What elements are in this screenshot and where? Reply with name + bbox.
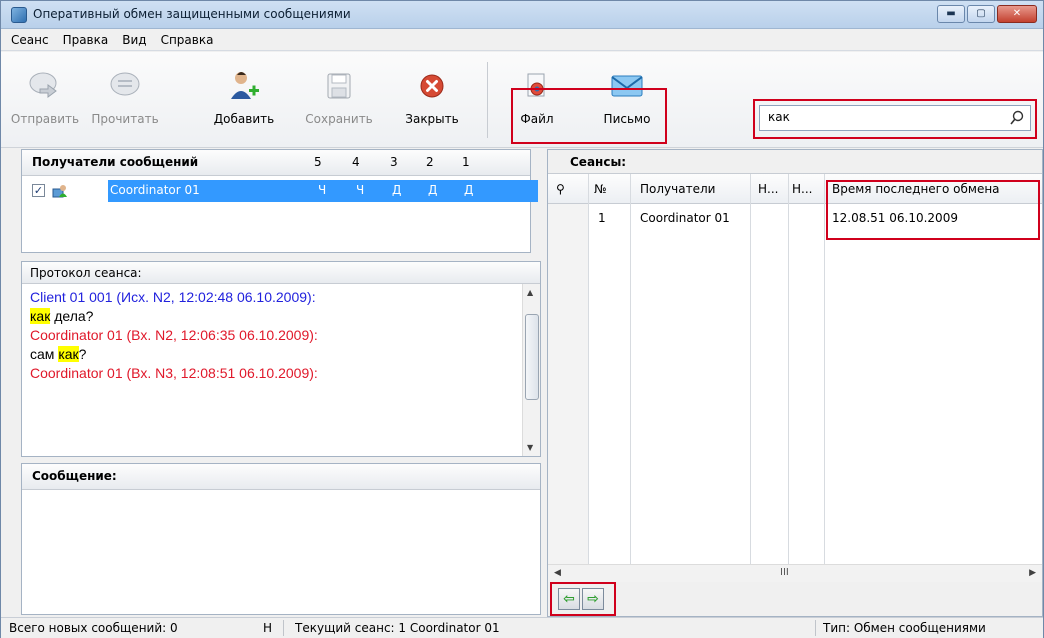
search-highlight: как	[58, 346, 79, 362]
scroll-left-icon[interactable]: ◀	[554, 568, 561, 578]
app-icon	[11, 7, 27, 23]
annotation-box-toolbar	[511, 88, 667, 144]
recipients-col-3[interactable]: 3	[390, 155, 398, 169]
add-label: Добавить	[213, 112, 275, 126]
sessions-col-n2[interactable]: Н...	[792, 182, 812, 196]
search-value: как	[768, 110, 790, 124]
sessions-title: Сеансы:	[548, 150, 1042, 174]
close-window-button[interactable]: ✕	[997, 5, 1037, 23]
status-new-messages: Всего новых сообщений: 0	[9, 621, 178, 635]
recipient-cell-5: Ч	[318, 183, 327, 197]
recipient-cell-2: Д	[428, 183, 438, 197]
recipients-col-5[interactable]: 5	[314, 155, 322, 169]
recipients-header: Получатели сообщений 5 4 3 2 1	[22, 150, 530, 176]
recipients-col-1[interactable]: 1	[462, 155, 470, 169]
protocol-line-outgoing: Client 01 001 (Исх. N2, 12:02:48 06.10.2…	[30, 289, 316, 305]
save-icon	[319, 66, 359, 106]
search-highlight: как	[30, 308, 51, 324]
protocol-line-incoming: Coordinator 01 (Вх. N3, 12:08:51 06.10.2…	[30, 365, 318, 381]
add-user-icon	[224, 66, 264, 106]
save-label: Сохранить	[305, 112, 373, 126]
menu-bar: Сеанс Правка Вид Справка	[1, 29, 1043, 51]
sessions-col-flag[interactable]: ⚲	[556, 182, 565, 196]
sessions-panel: Сеансы: ⚲ № Получатели Н... Н... Время п…	[547, 149, 1043, 617]
recipients-col-4[interactable]: 4	[352, 155, 360, 169]
message-text: ?	[78, 346, 87, 362]
scroll-down-icon[interactable]: ▼	[527, 443, 533, 452]
recipients-panel: Получатели сообщений 5 4 3 2 1 ✓ Coordin…	[21, 149, 538, 253]
session-protocol-panel: Протокол сеанса: Client 01 001 (Исх. N2,…	[21, 261, 541, 457]
sessions-col-n1[interactable]: Н...	[758, 182, 778, 196]
annotation-box-last-exchange	[826, 180, 1040, 240]
read-label: Прочитать	[91, 112, 159, 126]
recipient-cell-3: Д	[392, 183, 402, 197]
message-panel[interactable]: Сообщение:	[21, 463, 541, 615]
protocol-scrollbar[interactable]: ▲ ▼	[522, 284, 540, 456]
scroll-grip[interactable]: III	[780, 567, 789, 578]
title-bar: Оперативный обмен защищенными сообщениям…	[1, 1, 1043, 29]
column-divider	[788, 174, 789, 574]
search-icon[interactable]	[1010, 110, 1024, 126]
sessions-gutter	[548, 204, 588, 576]
read-icon	[105, 66, 145, 106]
status-divider	[283, 620, 284, 636]
add-button[interactable]: Добавить	[209, 54, 279, 142]
app-window: Оперативный обмен защищенными сообщениям…	[0, 0, 1044, 638]
sessions-col-recipients[interactable]: Получатели	[640, 182, 715, 196]
minimize-button[interactable]: ▬	[937, 5, 965, 23]
close-button[interactable]: Закрыть	[399, 54, 465, 142]
search-input[interactable]: как	[759, 105, 1031, 131]
protocol-line-message: сам как?	[30, 345, 510, 364]
close-icon	[412, 66, 452, 106]
send-icon	[25, 66, 65, 106]
menu-edit[interactable]: Правка	[63, 33, 109, 47]
sessions-hscrollbar[interactable]: ◀ III ▶	[548, 564, 1042, 582]
close-label: Закрыть	[405, 112, 459, 126]
message-text: дела?	[50, 308, 94, 324]
protocol-log[interactable]: Client 01 001 (Исх. N2, 12:02:48 06.10.2…	[30, 288, 510, 383]
window-title: Оперативный обмен защищенными сообщениям…	[33, 7, 351, 21]
window-controls: ▬ ▢ ✕	[937, 5, 1037, 23]
scroll-right-icon[interactable]: ▶	[1029, 568, 1036, 578]
recipients-col-2[interactable]: 2	[426, 155, 434, 169]
column-divider	[750, 174, 751, 574]
recipient-name: Coordinator 01	[110, 183, 200, 197]
read-button[interactable]: Прочитать	[87, 54, 163, 142]
send-button[interactable]: Отправить	[7, 54, 83, 142]
status-bar: Всего новых сообщений: 0 Н Текущий сеанс…	[1, 617, 1043, 638]
contact-icon	[52, 183, 68, 199]
column-divider	[824, 174, 825, 574]
recipient-checkbox[interactable]: ✓	[32, 184, 45, 197]
protocol-title: Протокол сеанса:	[22, 262, 540, 284]
column-divider	[588, 174, 589, 574]
protocol-line-message: как дела?	[30, 307, 510, 326]
recipients-title: Получатели сообщений	[32, 155, 199, 169]
status-divider	[815, 620, 816, 636]
sessions-nav: ⇦ ⇨	[548, 582, 1042, 616]
toolbar-separator	[487, 62, 488, 138]
status-truncated: Н	[263, 621, 273, 635]
recipient-cell-4: Ч	[356, 183, 365, 197]
annotation-box-nav	[550, 582, 616, 616]
menu-view[interactable]: Вид	[122, 33, 146, 47]
protocol-line-incoming: Coordinator 01 (Вх. N2, 12:06:35 06.10.2…	[30, 327, 318, 343]
message-title: Сообщение:	[22, 464, 540, 490]
save-button[interactable]: Сохранить	[301, 54, 377, 142]
column-divider	[630, 174, 631, 574]
scroll-up-icon[interactable]: ▲	[527, 288, 533, 297]
menu-session[interactable]: Сеанс	[11, 33, 49, 47]
scroll-thumb[interactable]	[525, 314, 539, 400]
message-text: сам	[30, 346, 59, 362]
maximize-button[interactable]: ▢	[967, 5, 995, 23]
recipient-row[interactable]: ✓ Coordinator 01 Ч Ч Д Д Д	[24, 180, 538, 202]
sessions-col-number[interactable]: №	[594, 182, 606, 196]
menu-help[interactable]: Справка	[161, 33, 214, 47]
send-label: Отправить	[10, 112, 80, 126]
session-number: 1	[598, 211, 606, 225]
status-current-session: Текущий сеанс: 1 Coordinator 01	[295, 621, 500, 635]
status-type: Тип: Обмен сообщениями	[823, 621, 986, 635]
session-recipient: Coordinator 01	[640, 211, 730, 225]
recipient-cell-1: Д	[464, 183, 474, 197]
